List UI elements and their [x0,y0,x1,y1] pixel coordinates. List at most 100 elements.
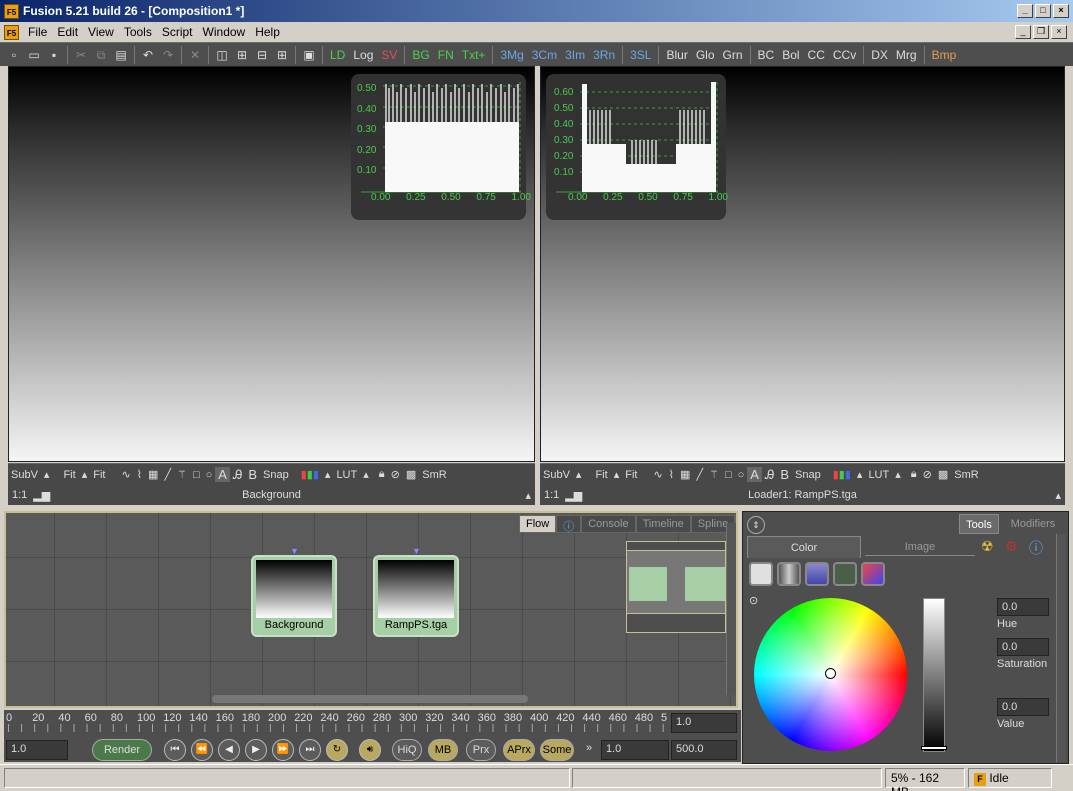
time-ruler[interactable]: 0 20 40 60 80 100 120 140 160 180 200 220 240 260 280 3… [6,710,668,734]
ab-icon[interactable]: Ꭿ [762,467,777,483]
checker-icon[interactable]: ▩ [403,468,419,481]
lock-icon[interactable]: 🔒︎ [376,468,388,481]
roi-icon[interactable]: ⊘ [388,468,403,481]
tool-dx[interactable]: DX [867,48,892,62]
flow-vscrollbar[interactable] [726,523,736,695]
tool-fn[interactable]: FN [434,48,458,62]
hue-field[interactable]: 0.0 [997,598,1049,616]
view-b-button[interactable]: B [245,467,260,482]
fit-button[interactable]: Fit [592,469,610,481]
line-icon[interactable]: ╱ [693,468,706,481]
value-slider-handle[interactable] [921,746,947,750]
tool-mrg[interactable]: Mrg [892,48,921,62]
rewind-icon[interactable]: ⏪ [191,739,213,761]
rectangle-icon[interactable]: □ [190,469,203,481]
tab-timeline[interactable]: Timeline [635,515,691,533]
subtab-image[interactable]: Image [865,538,975,556]
tool-txt[interactable]: Txt+ [458,48,490,62]
view-b-button[interactable]: B [777,467,792,482]
view-a-button[interactable]: A [747,467,762,482]
tool-3im[interactable]: 3Im [561,48,589,62]
collapse-icon[interactable]: ⇕ [747,516,765,534]
swatch-spectrum[interactable] [861,562,885,586]
tool-blur[interactable]: Blur [662,48,691,62]
color-picker-cursor[interactable] [825,668,836,679]
cut-icon[interactable]: ✂ [71,46,91,64]
grid-icon[interactable]: ▦ [145,468,161,481]
tool-3sl[interactable]: 3SL [626,48,655,62]
menu-file[interactable]: File [23,25,52,39]
fit-button[interactable]: Fit [60,469,78,481]
step-back-icon[interactable]: ◀ [218,739,240,761]
lut-arrow-icon[interactable]: ▴ [360,468,372,481]
tool-ld[interactable]: LD [326,48,349,62]
redo-icon[interactable]: ↷ [158,46,178,64]
channel-arrow-icon[interactable]: ▴ [322,468,334,481]
swatch-blue[interactable] [805,562,829,586]
go-end-icon[interactable]: ⏭ [299,739,321,761]
menu-help[interactable]: Help [250,25,285,39]
tool-cc[interactable]: CC [804,48,829,62]
mdi-minimize-button[interactable]: _ [1015,25,1031,39]
smr-button[interactable]: SmR [951,469,981,481]
fast-forward-icon[interactable]: ⏩ [272,739,294,761]
tab-console[interactable]: Console [581,515,636,533]
hiq-toggle[interactable]: HiQ [392,739,422,761]
roi-icon[interactable]: ⊘ [920,468,935,481]
some-toggle[interactable]: Some [540,739,574,761]
undo-icon[interactable]: ↶ [138,46,158,64]
tab-modifiers[interactable]: Modifiers [1003,514,1063,534]
subview-button[interactable]: SubV [8,469,41,481]
minimize-button[interactable]: _ [1017,4,1033,18]
radioactive-icon[interactable]: ☢ [981,538,994,555]
polyline-icon[interactable]: ⌇ [666,468,677,481]
go-start-icon[interactable]: ⏮ [164,739,186,761]
menu-view[interactable]: View [83,25,119,39]
current-time-field[interactable]: 1.0 [671,713,737,733]
value-field[interactable]: 0.0 [997,698,1049,716]
menu-script[interactable]: Script [157,25,198,39]
right-viewer[interactable]: 0.60 0.50 0.40 0.30 0.20 0.10 0.00 0.25 … [540,66,1065,462]
view-a-button[interactable]: A [215,467,230,482]
tool-log[interactable]: Log [349,48,377,62]
smr-button[interactable]: SmR [419,469,449,481]
lut-arrow-icon[interactable]: ▴ [892,468,904,481]
new-file-icon[interactable]: ▫ [4,46,24,64]
ab-icon[interactable]: Ꭿ [230,467,245,483]
swatch-green[interactable] [833,562,857,586]
lock-icon[interactable]: 🔒︎ [908,468,920,481]
fullscreen-icon[interactable]: ▣ [299,46,319,64]
menu-edit[interactable]: Edit [52,25,83,39]
tool-grn[interactable]: Grn [719,48,747,62]
tab-flow[interactable]: Flow [519,515,557,533]
spline-icon[interactable]: ∿ [650,468,665,481]
left-viewer[interactable]: 0.50 0.40 0.30 0.20 0.10 0.00 0.25 0.50 … [8,66,535,462]
save-icon[interactable]: ▪ [44,46,64,64]
magic-wand-icon[interactable]: ⚚ [706,468,722,481]
channel-arrow-icon[interactable]: ▴ [854,468,866,481]
lut-button[interactable]: LUT [333,469,360,481]
rectangle-icon[interactable]: □ [722,469,735,481]
subtab-color[interactable]: Color [747,536,861,558]
tool-ccv[interactable]: CCv [829,48,860,62]
tool-bol[interactable]: Bol [778,48,803,62]
flow-hscrollbar[interactable] [212,695,528,703]
fit-arrow-icon[interactable]: ▴ [79,468,91,481]
magic-wand-icon[interactable]: ⚚ [174,468,190,481]
subview-arrow-icon[interactable]: ▴ [573,468,585,481]
tool-sv[interactable]: SV [377,48,401,62]
mdi-restore-button[interactable]: ❐ [1033,25,1049,39]
close-button[interactable]: × [1053,4,1069,18]
fit-arrow-icon[interactable]: ▴ [611,468,623,481]
copy-icon[interactable]: ⧉ [91,46,111,64]
layout-4-icon[interactable]: ⊞ [272,46,292,64]
line-icon[interactable]: ╱ [161,468,174,481]
tool-3rn[interactable]: 3Rn [589,48,619,62]
tool-bc[interactable]: BC [754,48,779,62]
global-start-field[interactable]: 1.0 [6,740,68,760]
viewer-menu-arrow-icon[interactable]: ▴ [1055,489,1061,502]
spline-icon[interactable]: ∿ [118,468,133,481]
ellipse-icon[interactable]: ○ [735,469,748,481]
loop-icon[interactable]: ↻ [326,739,348,761]
node-ramp[interactable]: RampPS.tga [373,555,459,637]
